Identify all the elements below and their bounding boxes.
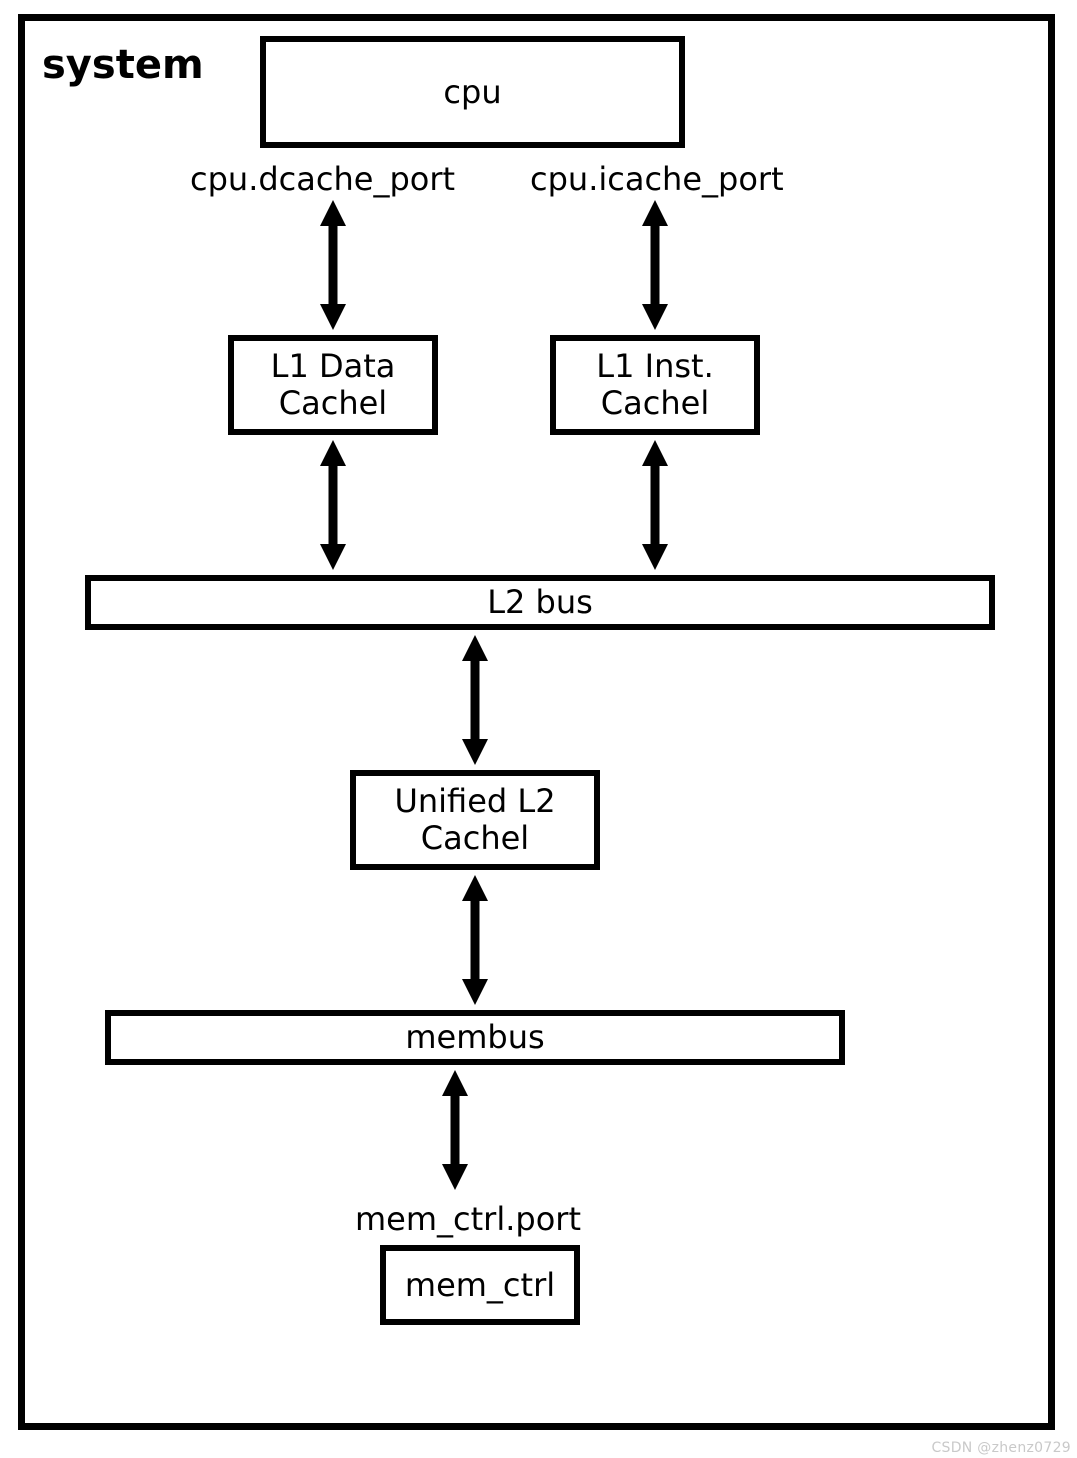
arrow-l2cache-membus xyxy=(460,875,490,1005)
label-memctrl-port: mem_ctrl.port xyxy=(355,1200,581,1238)
arrow-cpu-l1d xyxy=(318,200,348,330)
arrow-l2bus-l2cache xyxy=(460,635,490,765)
label-icache-port: cpu.icache_port xyxy=(530,160,784,198)
diagram-canvas: system cpu cpu.dcache_port cpu.icache_po… xyxy=(0,0,1077,1458)
arrow-cpu-l1i xyxy=(640,200,670,330)
node-l1-inst-cache: L1 Inst. Cachel xyxy=(550,335,760,435)
arrow-membus-memctrl xyxy=(440,1070,470,1190)
node-cpu: cpu xyxy=(260,36,685,148)
arrow-l1d-l2bus xyxy=(318,440,348,570)
watermark: CSDN @zhenz0729 xyxy=(931,1440,1071,1456)
label-dcache-port: cpu.dcache_port xyxy=(190,160,455,198)
node-l1-data-cache: L1 Data Cachel xyxy=(228,335,438,435)
node-unified-l2-cache: Unified L2 Cachel xyxy=(350,770,600,870)
node-mem-ctrl: mem_ctrl xyxy=(380,1245,580,1325)
system-title: system xyxy=(42,42,204,88)
node-l2-bus: L2 bus xyxy=(85,575,995,630)
arrow-l1i-l2bus xyxy=(640,440,670,570)
node-membus: membus xyxy=(105,1010,845,1065)
